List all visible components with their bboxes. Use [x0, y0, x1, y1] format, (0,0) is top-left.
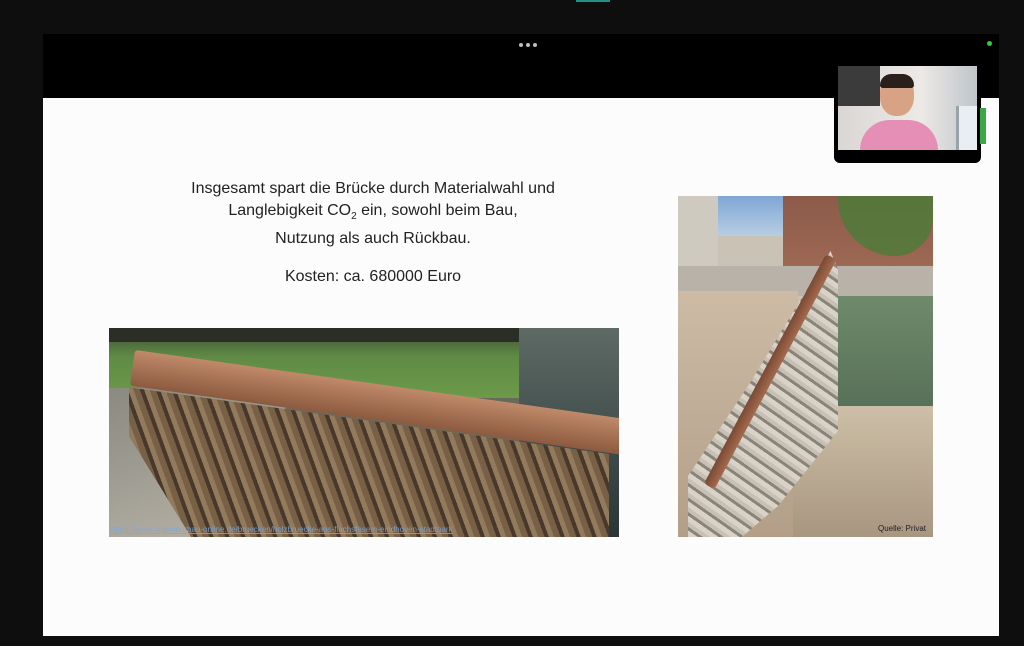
- slide-line-3: Nutzung als auch Rückbau.: [275, 230, 471, 248]
- status-indicator-dot: [987, 41, 992, 46]
- bridge-photo-left: https://www.ingenieurbau-online.de/bruec…: [109, 328, 619, 537]
- speaker-indicator: [980, 108, 986, 144]
- presentation-slide: Insgesamt spart die Brücke durch Materia…: [43, 98, 999, 636]
- bridge-photo-right: Quelle: Privat: [678, 196, 933, 537]
- participant-video-tile[interactable]: [834, 54, 981, 163]
- slide-cost-text: Kosten: ca. 680000 Euro: [284, 268, 462, 285]
- photo-credit: Quelle: Privat: [877, 524, 926, 533]
- top-bar-accent: [576, 0, 610, 2]
- slide-line-1: Insgesamt spart die Brücke durch Materia…: [191, 180, 555, 197]
- more-options-button[interactable]: [513, 39, 543, 51]
- slide-line-2: Langlebigkeit CO2 ein, sowohl beim Bau,: [228, 202, 518, 223]
- ellipsis-icon: [519, 43, 523, 47]
- photo-source-link[interactable]: https://www.ingenieurbau-online.de/bruec…: [111, 525, 453, 534]
- participant-video: [838, 66, 977, 150]
- slide-body-text: Insgesamt spart die Brücke durch Materia…: [163, 178, 583, 250]
